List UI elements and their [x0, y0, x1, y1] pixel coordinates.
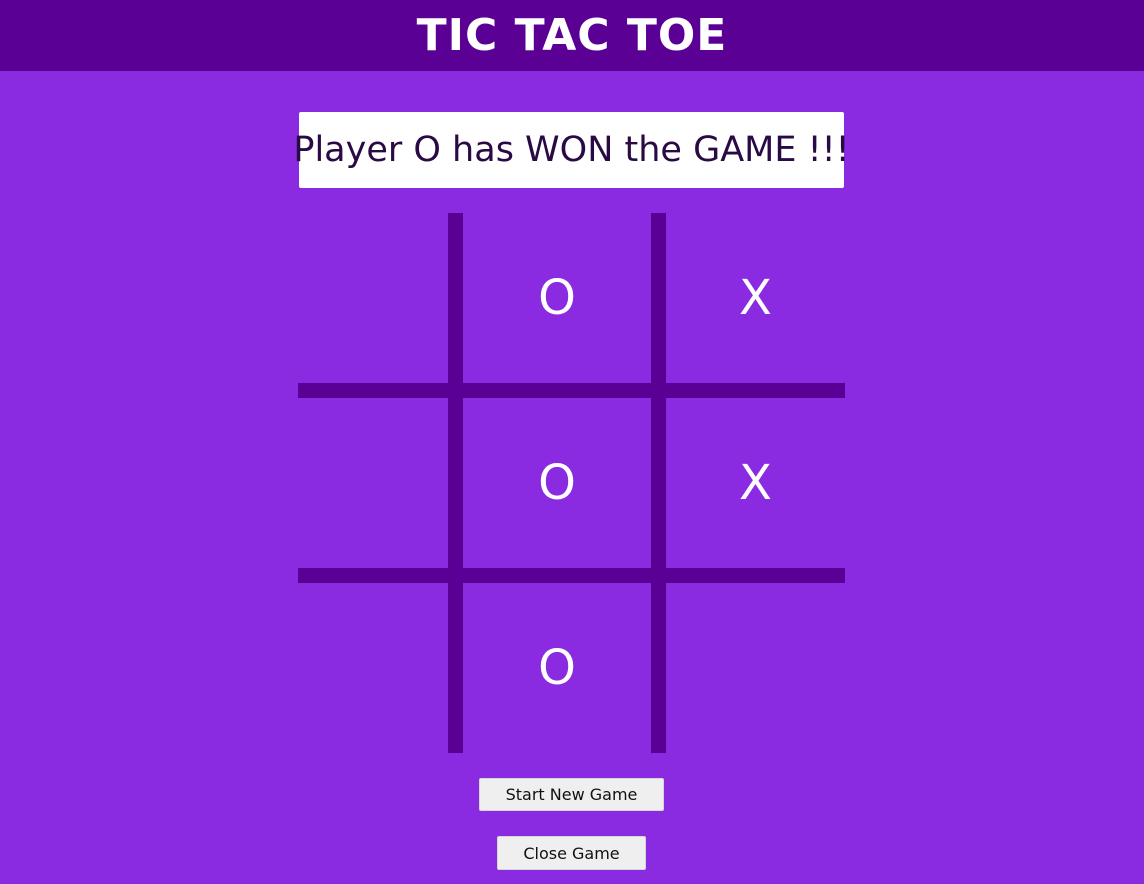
board-cell-0-2[interactable]: X: [666, 213, 845, 383]
grid-line-horizontal: [298, 383, 845, 398]
board-cell-1-2[interactable]: X: [666, 398, 845, 568]
page-title: TIC TAC TOE: [416, 10, 728, 61]
app-header: TIC TAC TOE: [0, 0, 1144, 71]
start-new-game-button[interactable]: Start New Game: [479, 778, 664, 811]
board-cell-2-2[interactable]: [666, 583, 845, 753]
status-banner: Player O has WON the GAME !!!: [293, 112, 850, 188]
board-cell-1-1[interactable]: O: [463, 398, 651, 568]
board-cell-2-1[interactable]: O: [463, 583, 651, 753]
status-message: Player O has WON the GAME !!!: [293, 130, 850, 170]
board-cell-1-0[interactable]: [298, 398, 448, 568]
board-cell-2-0[interactable]: [298, 583, 448, 753]
close-game-button[interactable]: Close Game: [497, 836, 646, 870]
grid-line-horizontal: [298, 568, 845, 583]
grid-line-vertical: [448, 213, 463, 753]
game-board: O X O X O: [298, 213, 845, 753]
board-cell-0-1[interactable]: O: [463, 213, 651, 383]
board-cell-0-0[interactable]: [298, 213, 448, 383]
grid-line-vertical: [651, 213, 666, 753]
